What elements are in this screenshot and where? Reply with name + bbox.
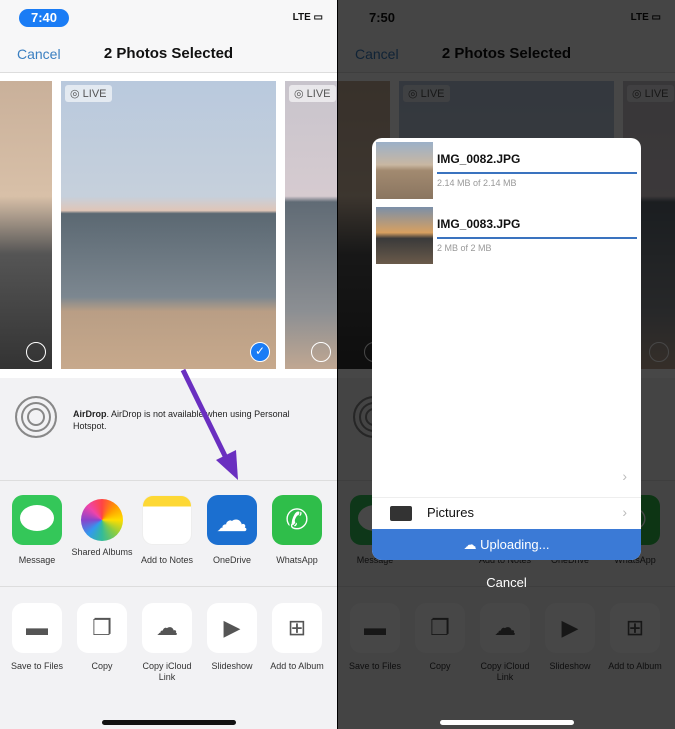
progress-bar [437, 172, 637, 174]
upload-status: Uploading... [480, 537, 550, 552]
chevron-right-icon: › [622, 468, 627, 484]
folder-name: Pictures [427, 505, 474, 520]
destination-folder-row[interactable]: Pictures › [372, 497, 641, 527]
home-indicator [439, 720, 574, 725]
chevron-right-icon: › [622, 504, 627, 520]
upload-cancel-button[interactable]: Cancel [338, 575, 675, 590]
upload-item: IMG_0083.JPG 2 MB of 2 MB [376, 205, 637, 265]
folder-icon [390, 506, 412, 521]
share-sheet-screen: 7:40 LTE ▭ Cancel 2 Photos Selected ◎ LI… [0, 0, 337, 729]
upload-item: IMG_0082.JPG 2.14 MB of 2.14 MB [376, 140, 637, 200]
upload-status-bar: ☁ Uploading... [372, 529, 641, 560]
upload-screen: 7:50 LTE ▭ Cancel 2 Photos Selected ◎ LI… [338, 0, 675, 729]
file-thumbnail [376, 207, 433, 264]
upload-dialog: IMG_0082.JPG 2.14 MB of 2.14 MB IMG_0083… [372, 138, 641, 560]
file-size: 2.14 MB of 2.14 MB [437, 178, 517, 188]
progress-bar [437, 237, 637, 239]
cloud-icon: ☁ [463, 537, 477, 552]
file-size: 2 MB of 2 MB [437, 243, 492, 253]
file-name: IMG_0082.JPG [437, 152, 521, 166]
file-name: IMG_0083.JPG [437, 217, 521, 231]
annotation-arrow [180, 368, 238, 480]
file-thumbnail [376, 142, 433, 199]
